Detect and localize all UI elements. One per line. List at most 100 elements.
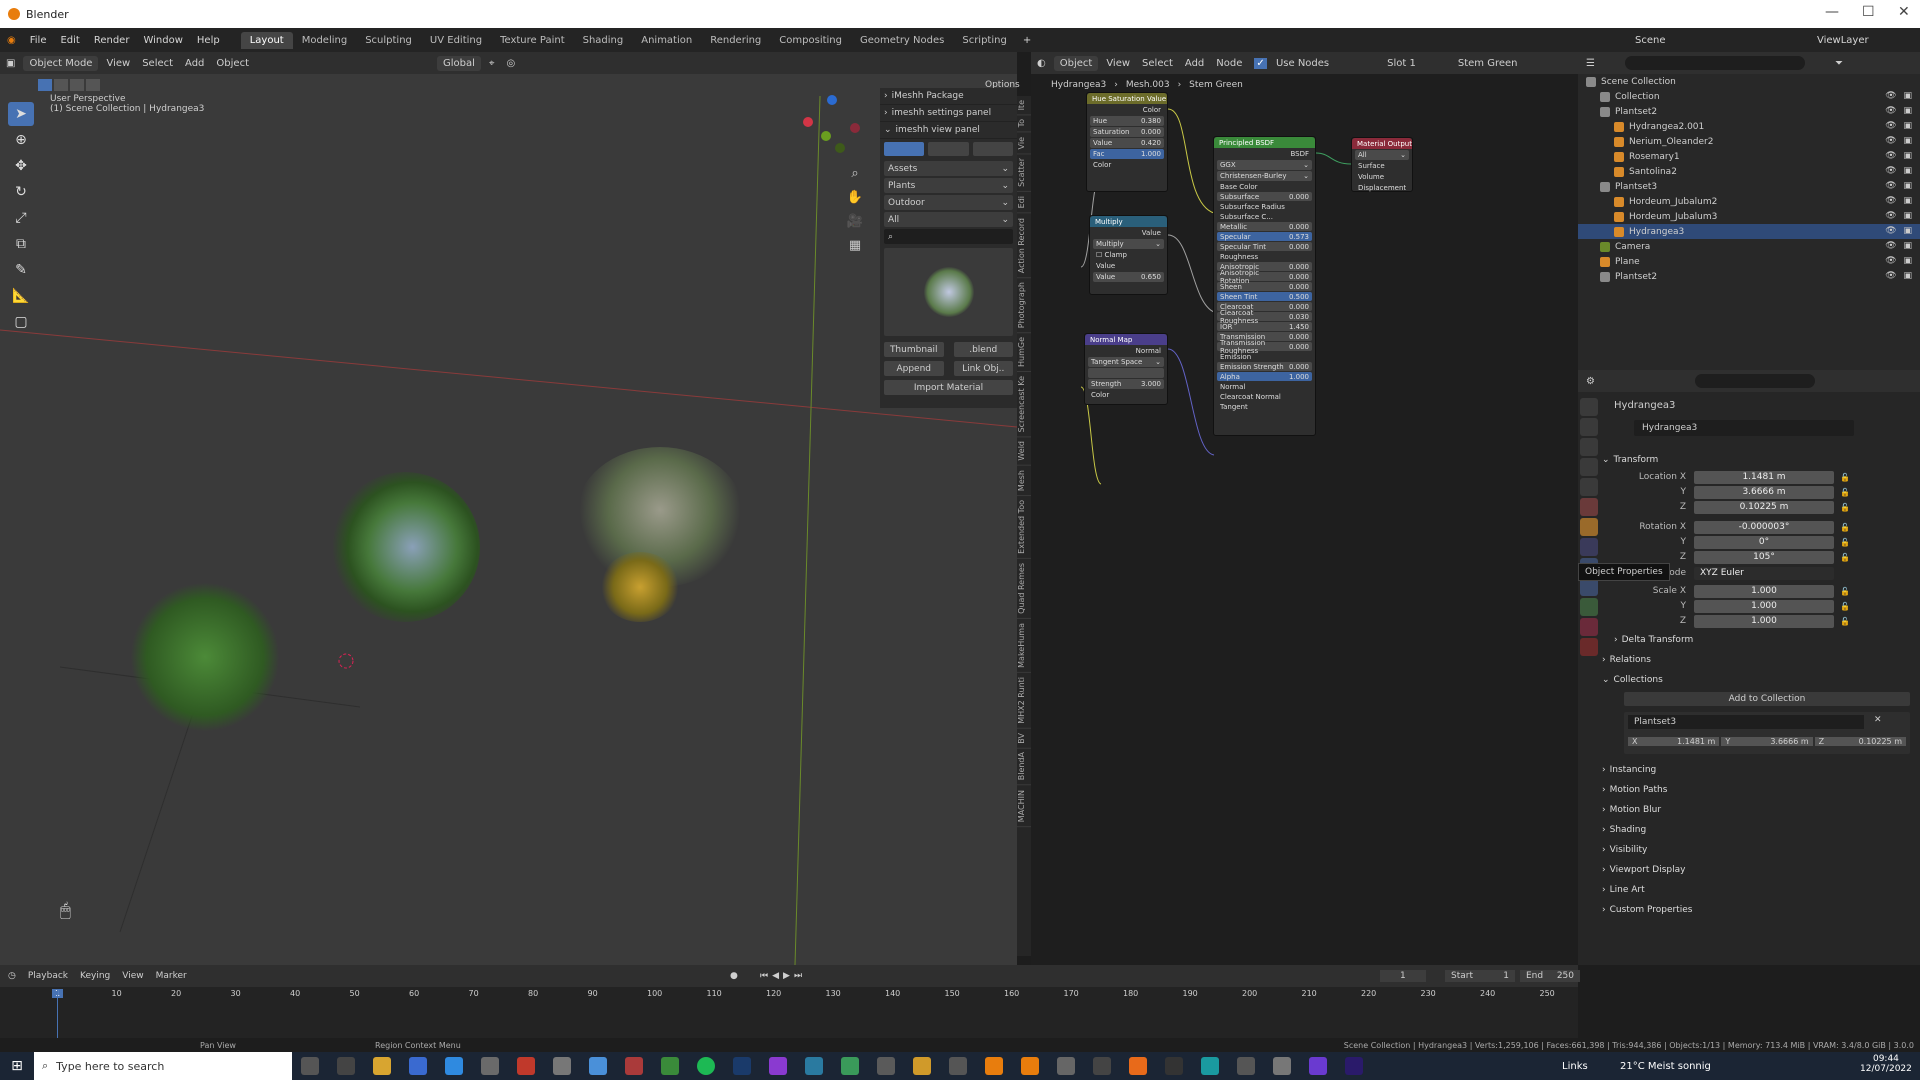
properties-search-input[interactable]	[1694, 374, 1815, 388]
add-to-collection-button[interactable]: Add to Collection	[1624, 692, 1910, 706]
plant-selected-hydrangea3[interactable]	[600, 552, 680, 622]
app-icon[interactable]	[1273, 1057, 1291, 1075]
properties-editor-icon[interactable]: ⚙	[1586, 376, 1595, 387]
visibility-icon[interactable]: 👁 ▣	[1885, 121, 1914, 131]
outliner-item[interactable]: Hordeum_Jubalum3 👁 ▣	[1578, 209, 1920, 224]
tab-geometry-nodes[interactable]: Geometry Nodes	[851, 32, 953, 49]
visibility-icon[interactable]: 👁 ▣	[1885, 91, 1914, 101]
rotation-z-field[interactable]: 105°	[1694, 550, 1834, 564]
timeline[interactable]: ◷ Playback Keying View Marker ● ⏮◀▶⏭ 1 S…	[0, 965, 1580, 1038]
taskbar-search-input[interactable]: ⌕ Type here to search	[34, 1052, 292, 1080]
visibility-icon[interactable]: 👁 ▣	[1885, 226, 1914, 236]
distribution-dropdown[interactable]: GGX ⌄	[1217, 160, 1312, 170]
category-dropdown[interactable]: Plants ⌄	[884, 178, 1013, 193]
spotify-icon[interactable]	[697, 1057, 715, 1075]
filter-dropdown[interactable]: All ⌄	[884, 212, 1013, 227]
subsurface-method-dropdown[interactable]: Christensen-Burley ⌄	[1217, 171, 1312, 181]
tab-modeling[interactable]: Modeling	[293, 32, 357, 49]
premiere-icon[interactable]	[1345, 1057, 1363, 1075]
node-material-output[interactable]: Material Output All ⌄ Surface Volume Disp…	[1351, 137, 1413, 192]
tab-rendering[interactable]: Rendering	[701, 32, 770, 49]
scale-z-field[interactable]: 1.000	[1694, 614, 1834, 628]
properties-section-header[interactable]: › Visibility	[1602, 842, 1912, 858]
blender-taskbar-icon[interactable]	[1021, 1057, 1039, 1075]
scene-tab-icon[interactable]	[1580, 478, 1598, 496]
store-icon[interactable]	[445, 1057, 463, 1075]
timeline-ruler[interactable]: 1102030405060708090100110120130140150160…	[0, 987, 1578, 1001]
scale-x-field[interactable]: 1.000	[1694, 584, 1834, 598]
lock-icon[interactable]: 🔓	[1840, 553, 1850, 562]
menu-window[interactable]: Window	[136, 35, 189, 46]
asset-search-input[interactable]: ⌕	[884, 229, 1013, 244]
bsdf-input-row[interactable]: Transmission Roughness 0.000	[1217, 339, 1312, 355]
windows-start-icon[interactable]: ⊞	[0, 1058, 34, 1074]
location-y-field[interactable]: 3.6666 m	[1694, 485, 1834, 499]
transform-panel-header[interactable]: ⌄ Transform	[1602, 452, 1912, 468]
properties-section-header[interactable]: › Motion Blur	[1602, 802, 1912, 818]
render-tab-icon[interactable]	[1580, 418, 1598, 436]
file-explorer-icon[interactable]	[373, 1057, 391, 1075]
data-tab-icon[interactable]	[1580, 598, 1598, 616]
rotation-mode-dropdown[interactable]: XYZ Euler	[1694, 566, 1834, 580]
app-icon[interactable]	[517, 1057, 535, 1075]
outliner-item[interactable]: Collection 👁 ▣	[1578, 89, 1920, 104]
assets-dropdown[interactable]: Assets ⌄	[884, 161, 1013, 176]
npanel-item-imeshh-view[interactable]: ⌄ imeshh view panel	[880, 122, 1017, 139]
scene-selector[interactable]: Scene	[1628, 35, 1673, 46]
collection-offset-z[interactable]: Z 0.10225 m	[1814, 737, 1906, 746]
outliner-item[interactable]: Plantset2 👁 ▣	[1578, 104, 1920, 119]
bsdf-input-row[interactable]: Sheen Tint 0.500	[1217, 292, 1312, 301]
visibility-icon[interactable]: 👁 ▣	[1885, 136, 1914, 146]
zoom-icon[interactable]: ⌕	[845, 162, 865, 186]
outliner-item[interactable]: Rosemary1 👁 ▣	[1578, 149, 1920, 164]
visibility-icon[interactable]: 👁 ▣	[1885, 106, 1914, 116]
pan-hand-icon[interactable]: ✋	[845, 186, 865, 210]
menu-help[interactable]: Help	[190, 35, 227, 46]
outliner-editor-icon[interactable]: ☰	[1586, 58, 1595, 69]
chrome-icon[interactable]	[661, 1057, 679, 1075]
collection-offset-x[interactable]: X 1.1481 m	[1628, 737, 1720, 746]
playback-controls[interactable]: ⏮◀▶⏭	[760, 971, 806, 981]
app-icon[interactable]	[769, 1057, 787, 1075]
lock-icon[interactable]: 🔓	[1840, 538, 1850, 547]
value-field[interactable]: Value 0.420	[1090, 138, 1164, 148]
playhead[interactable]	[57, 989, 58, 1038]
multiply-value-field[interactable]: Value 0.650	[1093, 272, 1164, 282]
uv-map-field[interactable]	[1088, 368, 1164, 378]
properties-section-header[interactable]: › Viewport Display	[1602, 862, 1912, 878]
tab-uv-editing[interactable]: UV Editing	[421, 32, 491, 49]
outliner-search-input[interactable]	[1624, 56, 1805, 70]
marker-menu[interactable]: Marker	[156, 971, 187, 981]
asset-type-model-button[interactable]	[884, 142, 925, 156]
ortho-grid-icon[interactable]: ▦	[845, 234, 865, 258]
node-principled-bsdf[interactable]: Principled BSDF BSDF GGX ⌄ Christensen-Bu…	[1213, 136, 1316, 436]
sidebar-tab[interactable]: Extended Too	[1017, 496, 1031, 560]
sidebar-tab[interactable]: Quad Remes	[1017, 559, 1031, 619]
relations-header[interactable]: › Relations	[1602, 652, 1912, 668]
sidebar-tab[interactable]: BV	[1017, 728, 1031, 749]
view-layer-tab-icon[interactable]	[1580, 458, 1598, 476]
app-icon[interactable]	[553, 1057, 571, 1075]
collection-name-field[interactable]: Plantset3	[1628, 715, 1864, 729]
fac-field[interactable]: Fac 1.000	[1090, 149, 1164, 159]
asset-type-hdri-button[interactable]	[972, 142, 1013, 156]
menu-render[interactable]: Render	[87, 35, 137, 46]
modifier-tab-icon[interactable]	[1580, 538, 1598, 556]
location-x-field[interactable]: 1.1481 m	[1694, 470, 1834, 484]
thumbnail-button[interactable]: Thumbnail	[884, 342, 944, 357]
bsdf-input-row[interactable]: Alpha 1.000	[1217, 372, 1312, 381]
sidebar-tab[interactable]: BlendA	[1017, 748, 1031, 786]
math-operation-dropdown[interactable]: Multiply ⌄	[1093, 239, 1164, 249]
remove-collection-icon[interactable]: ✕	[1874, 715, 1882, 725]
sidebar-tab[interactable]: Vie	[1017, 132, 1031, 155]
bsdf-input-row[interactable]: Anisotropic Rotation 0.000	[1217, 269, 1312, 285]
photoshop-icon[interactable]	[733, 1057, 751, 1075]
sidebar-tab[interactable]: MACHIN	[1017, 785, 1031, 827]
sidebar-tab[interactable]: Action Record	[1017, 213, 1031, 278]
camera-view-icon[interactable]: 🎥	[845, 210, 865, 234]
lock-icon[interactable]: 🔓	[1840, 587, 1850, 596]
sidebar-tab[interactable]: To	[1017, 115, 1031, 133]
tab-animation[interactable]: Animation	[632, 32, 701, 49]
output-tab-icon[interactable]	[1580, 438, 1598, 456]
app-icon[interactable]	[625, 1057, 643, 1075]
